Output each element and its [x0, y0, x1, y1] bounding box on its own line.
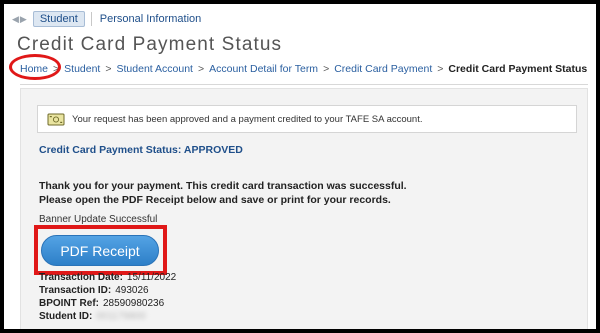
thank-you-message: Thank you for your payment. This credit … — [39, 179, 407, 207]
student-id-row: Student ID: 001179800 — [39, 310, 176, 323]
breadcrumb-current: Credit Card Payment Status — [448, 63, 588, 75]
tab-bar: ◀ ▶ Student Personal Information — [12, 9, 201, 29]
tab-student[interactable]: Student — [32, 11, 85, 27]
student-id-label: Student ID: — [39, 311, 93, 322]
transaction-id-row: Transaction ID: 493026 — [39, 284, 176, 297]
transaction-date-value: 15/11/2022 — [126, 272, 177, 283]
back-arrow-icon[interactable]: ◀ — [12, 14, 19, 24]
tab-divider — [90, 12, 92, 26]
breadcrumb-separator: > — [323, 63, 330, 75]
breadcrumb-account-detail[interactable]: Account Detail for Term — [209, 63, 318, 75]
breadcrumb-separator: > — [437, 63, 444, 75]
bpoint-ref-label: BPOINT Ref: — [39, 298, 99, 309]
thank-you-line-1: Thank you for your payment. This credit … — [39, 180, 407, 192]
bpoint-ref-value: 28590980236 — [103, 298, 165, 309]
money-note-icon — [47, 113, 65, 125]
student-id-value: 001179800 — [96, 311, 146, 322]
banner-update-text: Banner Update Successful — [39, 214, 158, 225]
home-highlight-circle — [9, 54, 61, 80]
tab-personal-information[interactable]: Personal Information — [100, 13, 202, 25]
bpoint-ref-row: BPOINT Ref: 28590980236 — [39, 297, 176, 310]
transaction-date-row: Transaction Date: 15/11/2022 — [39, 271, 176, 284]
transaction-id-label: Transaction ID: — [39, 285, 112, 296]
transaction-id-value: 493026 — [115, 285, 149, 296]
breadcrumb-student[interactable]: Student — [64, 63, 100, 75]
payment-status: Credit Card Payment Status: APPROVED — [39, 144, 243, 156]
breadcrumb: Home > Student > Student Account > Accou… — [20, 63, 587, 75]
nav-arrows[interactable]: ◀ ▶ — [12, 14, 27, 24]
header-divider — [20, 84, 588, 85]
breadcrumb-separator: > — [105, 63, 112, 75]
breadcrumb-student-account[interactable]: Student Account — [117, 63, 193, 75]
info-notice: Your request has been approved and a pay… — [37, 105, 577, 133]
transaction-details: Transaction Date: 15/11/2022 Transaction… — [39, 271, 176, 323]
thank-you-line-2: Please open the PDF Receipt below and sa… — [39, 194, 391, 206]
notice-text: Your request has been approved and a pay… — [72, 113, 423, 125]
page-title: Credit Card Payment Status — [17, 34, 283, 55]
screenshot-frame: ◀ ▶ Student Personal Information Credit … — [0, 0, 600, 333]
transaction-date-label: Transaction Date: — [39, 272, 123, 283]
breadcrumb-separator: > — [197, 63, 205, 75]
breadcrumb-credit-card-payment[interactable]: Credit Card Payment — [334, 63, 432, 75]
pdf-receipt-highlight-box — [34, 225, 167, 275]
content-panel: Your request has been approved and a pay… — [20, 88, 588, 329]
forward-arrow-icon[interactable]: ▶ — [20, 14, 27, 24]
